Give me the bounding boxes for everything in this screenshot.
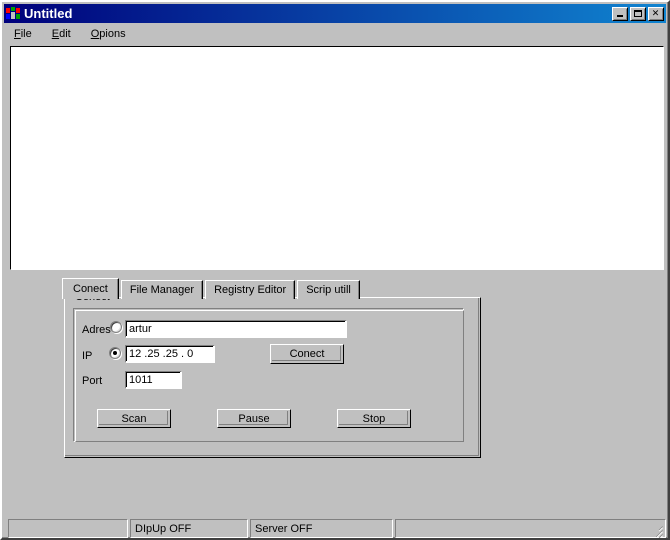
adres-radio[interactable]: [110, 321, 122, 333]
window-title: Untitled: [24, 6, 72, 21]
menu-item-file[interactable]: File: [11, 27, 41, 41]
status-panel-1: [8, 519, 128, 538]
ip-radio[interactable]: [109, 347, 121, 359]
adres-input[interactable]: artur: [125, 320, 347, 338]
tab-strip: Conect File Manager Registry Editor Scri…: [64, 278, 362, 299]
port-label: Port: [82, 375, 102, 387]
status-panel-dialup: DIpUp OFF: [130, 519, 248, 538]
close-button[interactable]: ✕: [648, 7, 664, 21]
tab-control: Conect File Manager Registry Editor Scri…: [64, 278, 481, 458]
tab-conect[interactable]: Conect: [62, 278, 119, 299]
status-bar: DIpUp OFF Server OFF: [8, 519, 666, 538]
tab-registry-editor-label: Registry Editor: [214, 284, 286, 296]
tab-scrip-utill-label: Scrip utill: [306, 284, 351, 296]
menu-file-rest: ile: [21, 28, 32, 40]
tab-scrip-utill[interactable]: Scrip utill: [297, 280, 360, 299]
scan-button[interactable]: Scan: [97, 409, 171, 428]
maximize-button[interactable]: [630, 7, 646, 21]
close-icon: ✕: [649, 8, 662, 19]
adres-label: Adres: [82, 324, 111, 336]
ip-label: IP: [82, 350, 92, 362]
tab-conect-label: Conect: [73, 283, 108, 295]
status-panel-4: [395, 519, 666, 538]
menu-file-accesskey: F: [14, 28, 21, 40]
menu-item-opions[interactable]: Opions: [88, 27, 135, 41]
tab-file-manager-label: File Manager: [130, 284, 194, 296]
resize-grip[interactable]: [650, 523, 663, 536]
tab-file-manager[interactable]: File Manager: [121, 280, 203, 299]
conect-button[interactable]: Conect: [270, 344, 344, 364]
menu-bar: File Edit Opions: [4, 25, 666, 42]
minimize-button[interactable]: [612, 7, 628, 21]
menu-opions-accesskey: O: [91, 28, 100, 40]
output-log-area[interactable]: [10, 46, 664, 270]
app-network-icon: [5, 6, 21, 21]
title-bar[interactable]: Untitled ✕: [4, 4, 666, 23]
pause-button[interactable]: Pause: [217, 409, 291, 428]
port-input[interactable]: 1011: [125, 371, 182, 389]
stop-button[interactable]: Stop: [337, 409, 411, 428]
window-controls: ✕: [610, 7, 664, 21]
ip-address-input[interactable]: 12 .25 .25 . 0: [125, 345, 215, 363]
tab-registry-editor[interactable]: Registry Editor: [205, 280, 295, 299]
menu-opions-rest: pions: [99, 28, 125, 40]
application-window: Untitled ✕ File Edit Opions Conect File: [0, 0, 670, 540]
menu-edit-accesskey: E: [52, 28, 59, 40]
ip-radio-dot: [113, 351, 117, 355]
menu-item-edit[interactable]: Edit: [49, 27, 80, 41]
menu-edit-rest: dit: [59, 28, 71, 40]
tab-panel-conect: Conect Adres artur IP 12 .25 .25 . 0 Con…: [64, 297, 481, 458]
status-panel-server: Server OFF: [250, 519, 393, 538]
